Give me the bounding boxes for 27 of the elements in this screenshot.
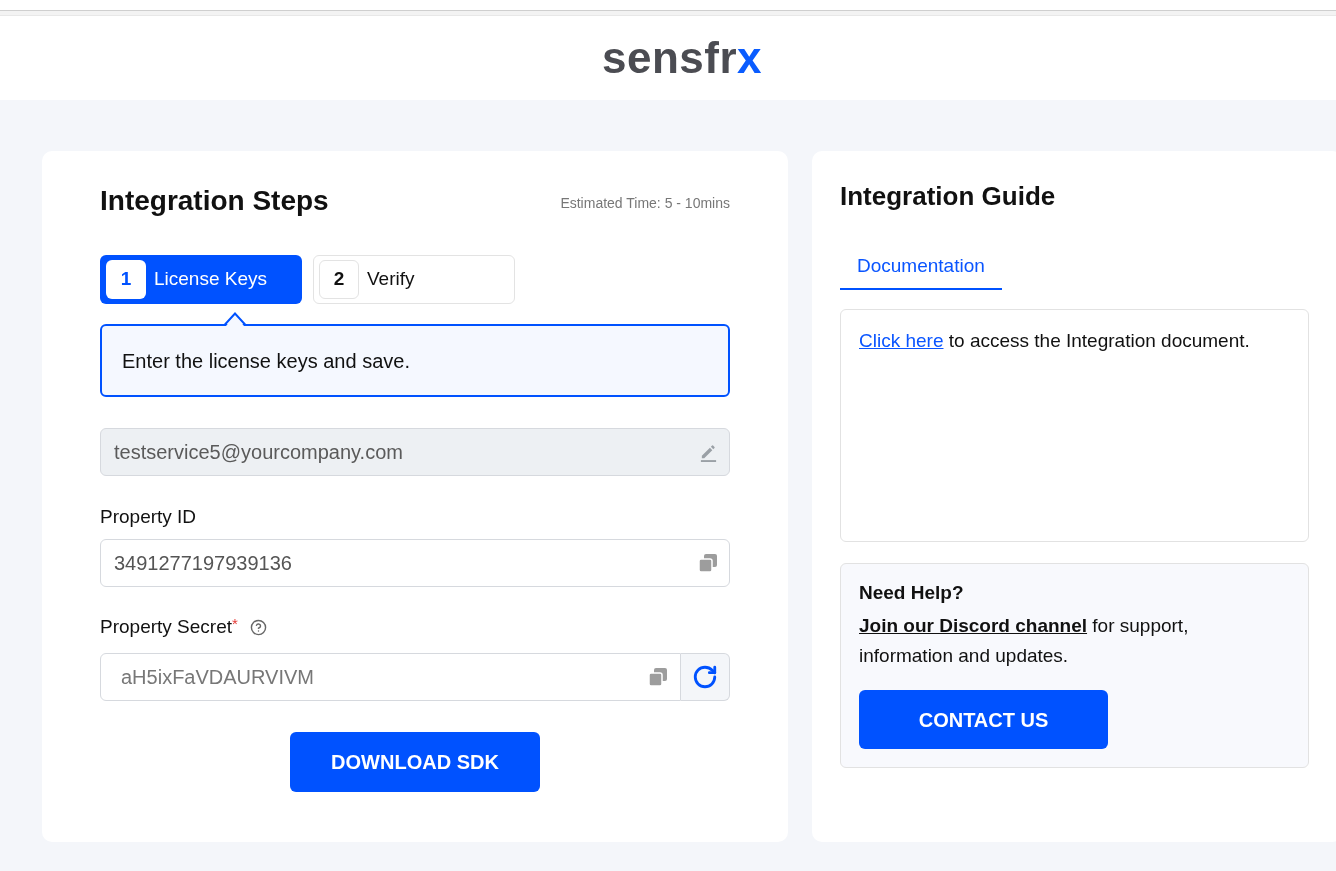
step-tab[interactable]: 1 License Keys [100,255,302,304]
help-text: Join our Discord channel for support, information and updates. [859,614,1190,668]
discord-link[interactable]: Join our Discord channel [859,615,1088,636]
card-title: Integration Steps [100,184,329,218]
required-mark: * [232,615,238,632]
download-sdk-button[interactable]: DOWNLOAD SDK [290,732,540,792]
estimated-time: Estimated Time: 5 - 10mins [560,193,730,213]
contact-us-button[interactable]: CONTACT US [859,690,1108,749]
copy-icon[interactable] [698,553,718,573]
document-link[interactable]: Click here [859,330,944,351]
input-field[interactable]: aH5ixFaVDAURVIVM [100,653,681,701]
copy-icon[interactable] [648,667,668,687]
field-label: Property ID [100,505,197,529]
guide-tab[interactable]: Documentation [840,245,1002,290]
callout-caret-icon [224,312,246,326]
step-number: 1 [106,260,146,299]
document-text: Click here to access the Integration document. [859,329,1251,353]
input-field[interactable]: 3491277197939136 [100,539,730,587]
help-title: Need Help? [859,581,965,605]
step-number: 2 [319,260,359,299]
refresh-button[interactable] [681,653,730,701]
brand-logo[interactable]: sensfrx [601,33,763,83]
help-icon[interactable] [249,618,267,636]
refresh-icon[interactable] [692,664,718,690]
card-title: Integration Guide [840,180,1057,212]
field-label: Property Secret [100,615,232,639]
step-tab[interactable]: 2 Verify [313,255,515,304]
